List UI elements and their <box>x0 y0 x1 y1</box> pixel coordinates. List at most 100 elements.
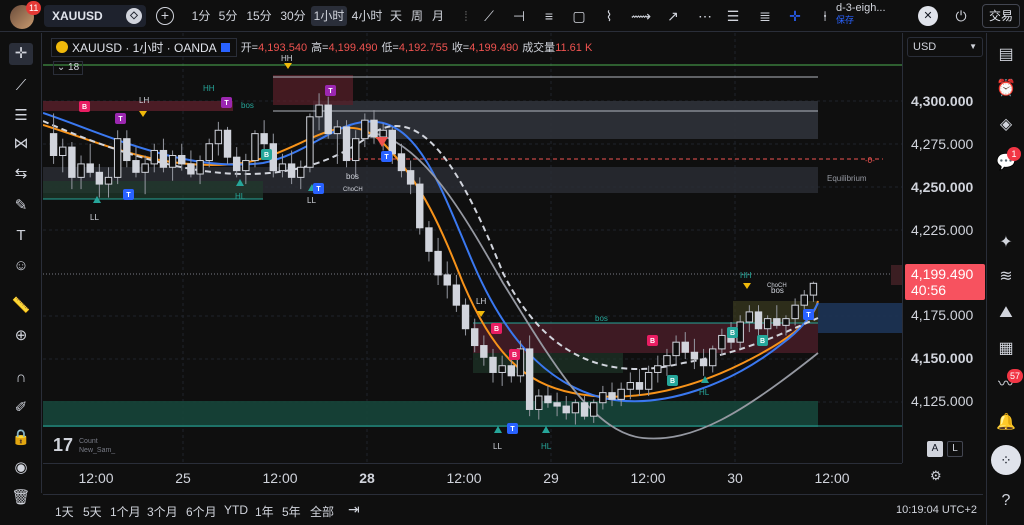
trade-button[interactable]: 交易 <box>982 4 1020 28</box>
lock-icon[interactable]: 🔒 <box>9 427 33 449</box>
candle-body <box>104 176 113 185</box>
timeframe-15m[interactable]: 15分 <box>244 6 274 26</box>
close-icon[interactable]: ✕ <box>918 6 938 26</box>
symbol-menu-icon[interactable]: ◇ <box>126 8 142 24</box>
candle-body <box>379 129 387 138</box>
candle-body <box>553 402 561 407</box>
candle-body <box>663 355 671 367</box>
power-icon[interactable]: ⏻ <box>950 6 972 26</box>
high-value: 4,199.490 <box>328 42 378 54</box>
timeframe-1m[interactable]: 1分 <box>190 6 212 26</box>
svg-text:T: T <box>316 186 321 193</box>
mountain-icon[interactable]: ⛰ <box>994 301 1018 325</box>
help-icon[interactable]: ? <box>994 489 1018 513</box>
range-all[interactable]: 全部 <box>310 503 334 520</box>
magnet-icon[interactable]: ∩ <box>9 367 33 389</box>
candle-body <box>544 395 552 404</box>
zoom-in-icon[interactable]: ⊕ <box>9 325 33 347</box>
currency-select[interactable]: USD ▼ <box>907 37 983 57</box>
time-axis[interactable]: 12:00 25 12:00 28 12:00 29 12:00 30 12:0… <box>43 463 902 493</box>
drag-handle-icon[interactable]: ⁞ <box>455 6 477 26</box>
arrow-mark-icon[interactable]: ↗ <box>662 6 684 26</box>
timeframe-1h[interactable]: 1小时 <box>311 6 347 26</box>
forecast-tool-icon[interactable]: ⇆ <box>9 163 33 185</box>
fib-tool-icon[interactable]: ☰ <box>9 105 33 127</box>
svg-text:T: T <box>328 88 333 95</box>
range-5d[interactable]: 5天 <box>83 503 102 520</box>
range-1m[interactable]: 1个月 <box>110 503 141 520</box>
chart-canvas[interactable]: LL LH HH HH HL LL bos bos ChoCH LH bos L… <box>43 33 902 463</box>
lock-drawing-icon[interactable]: ✐ <box>9 397 33 419</box>
cursor-cross-icon[interactable]: ✛ <box>9 43 33 65</box>
timeframe-5m[interactable]: 5分 <box>216 6 240 26</box>
ruler-icon[interactable]: 📏 <box>9 295 33 317</box>
candle-body <box>562 405 570 414</box>
indicator-toggle[interactable]: ⌄ 18 <box>53 61 83 75</box>
auto-scale-button[interactable]: A <box>927 441 943 457</box>
alarm-clock-icon[interactable]: ⏰ <box>994 77 1018 101</box>
more-dots-icon[interactable]: ⁘ <box>991 445 1021 475</box>
fib-extension-icon[interactable]: ≣ <box>754 6 776 26</box>
timeframe-week[interactable]: 周 <box>408 6 426 26</box>
candle-body <box>150 149 158 165</box>
date-range-icon[interactable]: ⇥ <box>348 501 360 518</box>
range-5y[interactable]: 5年 <box>282 503 301 520</box>
layout-save-status: 保存 <box>836 15 855 25</box>
chart-pane[interactable]: LL LH HH HH HL LL bos bos ChoCH LH bos L… <box>43 33 902 463</box>
brush-icon[interactable]: ⟿ <box>630 6 652 26</box>
bell-icon[interactable]: 🔔 <box>994 411 1018 435</box>
range-1y[interactable]: 1年 <box>255 503 274 520</box>
candle-body <box>443 274 451 286</box>
price-axis[interactable]: USD ▼ 4,300.000 4,275.000 4,250.000 4,22… <box>902 33 986 463</box>
pattern-icon[interactable]: ≋ <box>994 265 1018 289</box>
text-tool-icon[interactable]: T <box>9 225 33 247</box>
timeframe-month[interactable]: 月 <box>429 6 447 26</box>
layers-icon[interactable]: ◈ <box>994 113 1018 137</box>
rectangle-icon[interactable]: ▢ <box>568 6 590 26</box>
chart-legend[interactable]: XAUUSD · 1小时 · OANDA 开=4,193.540 高=4,199.… <box>51 37 596 57</box>
parallel-channel-icon[interactable]: ≡ <box>538 6 560 26</box>
calendar-icon[interactable]: ▦ <box>994 337 1018 361</box>
range-3m[interactable]: 3个月 <box>147 503 178 520</box>
timeframe-day[interactable]: 天 <box>387 6 405 26</box>
ideas-icon[interactable]: ✦ <box>994 231 1018 255</box>
trend-line-icon[interactable]: ⟋ <box>478 6 500 26</box>
layout-name[interactable]: d-3-eigh... 保存 <box>836 2 906 26</box>
log-scale-button[interactable]: L <box>947 441 963 457</box>
long-position-icon[interactable]: ⋯ <box>694 6 716 26</box>
brush-tool-icon[interactable]: ✎ <box>9 195 33 217</box>
range-ytd[interactable]: YTD <box>224 503 248 517</box>
time-label: 12:00 <box>630 470 666 486</box>
svg-text:-0-: -0- <box>865 156 875 165</box>
price-label-4275: 4,275.000 <box>911 136 974 152</box>
eye-icon[interactable]: ◉ <box>9 457 33 479</box>
fib-retracement-icon[interactable]: ☰ <box>722 6 744 26</box>
currency-value: USD <box>913 41 937 53</box>
flag-icon <box>220 42 230 52</box>
candle-body <box>654 365 662 373</box>
compare-symbol-icon[interactable]: + <box>156 7 174 25</box>
crosshair-icon[interactable]: ✛ <box>784 6 806 26</box>
trend-line-tool-icon[interactable]: ⟋ <box>9 75 33 97</box>
symbol-search[interactable]: XAUUSD ◇ <box>44 5 146 27</box>
watchlist-icon[interactable]: ▤ <box>994 43 1018 67</box>
emoji-tool-icon[interactable]: ☺ <box>9 255 33 277</box>
range-6m[interactable]: 6个月 <box>186 503 217 520</box>
legend-title: XAUUSD · 1小时 · OANDA <box>72 40 217 55</box>
timeframe-4h[interactable]: 4小时 <box>350 6 384 26</box>
timeframe-30m[interactable]: 30分 <box>278 6 308 26</box>
measure-icon[interactable]: ⍿ <box>814 6 836 26</box>
svg-text:T: T <box>126 192 131 199</box>
range-1d[interactable]: 1天 <box>55 503 74 520</box>
close-value: 4,199.490 <box>469 42 519 54</box>
legend-symbol[interactable]: XAUUSD · 1小时 · OANDA <box>51 37 237 57</box>
horizontal-line-icon[interactable]: ⊣ <box>508 6 530 26</box>
trash-icon[interactable]: 🗑 <box>9 487 33 509</box>
clock[interactable]: 10:19:04 UTC+2 <box>896 504 977 516</box>
pattern-tool-icon[interactable]: ⋈ <box>9 133 33 155</box>
label-hh-right: HH <box>740 271 752 280</box>
candle-body <box>800 294 808 306</box>
candle-body <box>278 163 287 172</box>
path-icon[interactable]: ⌇ <box>598 6 620 26</box>
settings-gear-icon[interactable]: ⚙ <box>930 468 942 484</box>
